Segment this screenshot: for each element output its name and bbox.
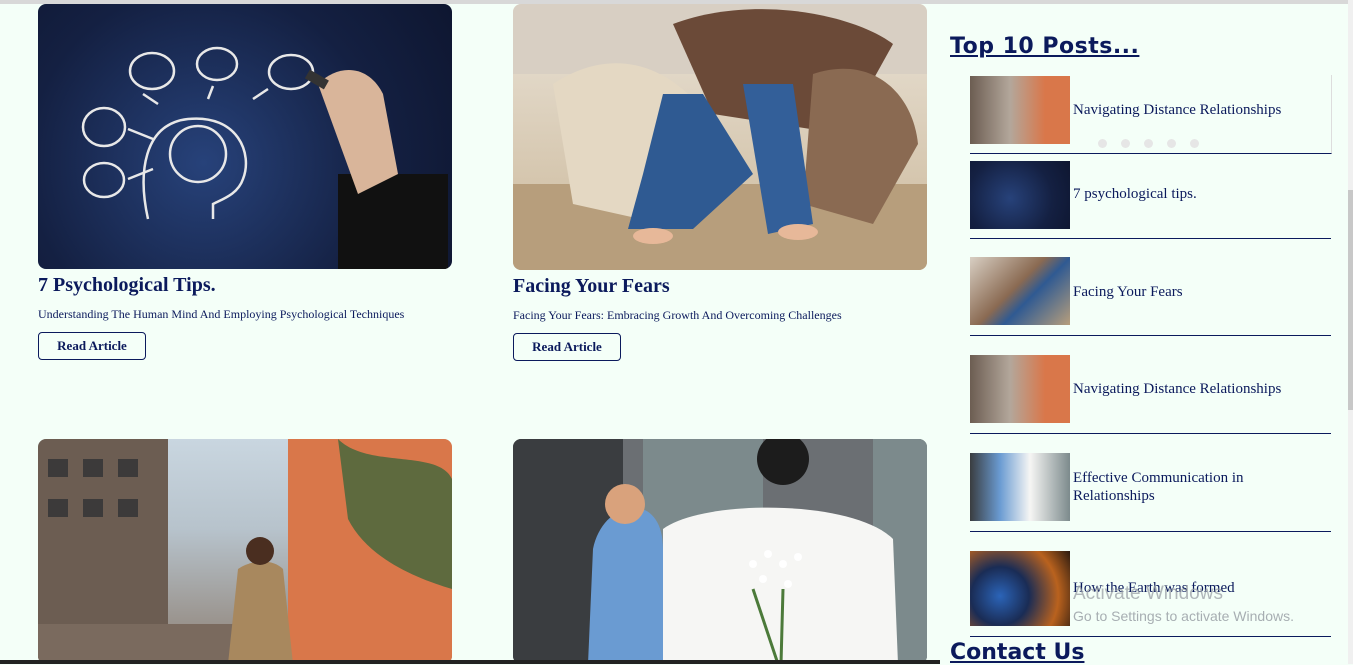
sidebar-post-item[interactable]: Facing Your Fears [970,238,1331,336]
sidebar-post-item[interactable]: 7 psychological tips. [970,153,1331,239]
post-thumbnail[interactable] [970,76,1070,144]
scrollbar[interactable] [1348,0,1353,664]
post-thumbnail[interactable] [970,355,1070,423]
scrollbar-thumb[interactable] [1348,190,1353,410]
carousel-dot[interactable] [1121,139,1130,148]
read-article-button[interactable]: Read Article [38,332,146,360]
city-street-icon [38,439,452,664]
post-thumbnail[interactable] [970,161,1070,229]
article-title[interactable]: 7 Psychological Tips. [38,274,216,297]
carousel-dot[interactable] [1098,139,1107,148]
article-title[interactable]: Facing Your Fears [513,275,670,298]
post-title[interactable]: Facing Your Fears [1073,283,1323,301]
brain-drawing-icon [81,46,448,269]
activate-windows-hint: Go to Settings to activate Windows. [1073,608,1294,624]
article-card-communication [513,439,927,664]
article-image-distance[interactable] [38,439,452,664]
sidebar-title: Top 10 Posts... [950,34,1140,59]
sidebar-post-item[interactable]: Navigating Distance Relationships [970,335,1331,434]
article-card-psych: 7 Psychological Tips. Understanding The … [38,4,452,360]
post-thumbnail[interactable] [970,453,1070,521]
couple-flowers-icon [513,439,927,664]
post-thumbnail[interactable] [970,551,1070,626]
carousel-dot[interactable] [1190,139,1199,148]
article-image-fears[interactable] [513,4,927,270]
contact-title: Contact Us [950,640,1085,665]
post-title[interactable]: Navigating Distance Relationships [1073,380,1323,398]
bottom-edge [0,660,940,664]
article-subtitle: Understanding The Human Mind And Employi… [38,307,405,321]
read-article-button[interactable]: Read Article [513,333,621,361]
carousel-dot[interactable] [1144,139,1153,148]
article-image-communication[interactable] [513,439,927,664]
post-title[interactable]: Effective Communication in Relationships [1073,469,1323,505]
post-title[interactable]: 7 psychological tips. [1073,185,1323,203]
post-title[interactable]: Navigating Distance Relationships [1073,101,1323,119]
couch-pillow-icon [513,4,927,270]
activate-windows-watermark: Activate Windows [1073,583,1223,604]
post-thumbnail[interactable] [970,257,1070,325]
article-image-brain[interactable] [38,4,452,269]
carousel-dot[interactable] [1167,139,1176,148]
article-card-distance [38,439,452,664]
article-subtitle: Facing Your Fears: Embracing Growth And … [513,308,842,322]
carousel-dots[interactable] [1098,139,1199,148]
article-card-fears: Facing Your Fears Facing Your Fears: Emb… [513,4,927,361]
sidebar-post-item[interactable]: Effective Communication in Relationships [970,433,1331,532]
